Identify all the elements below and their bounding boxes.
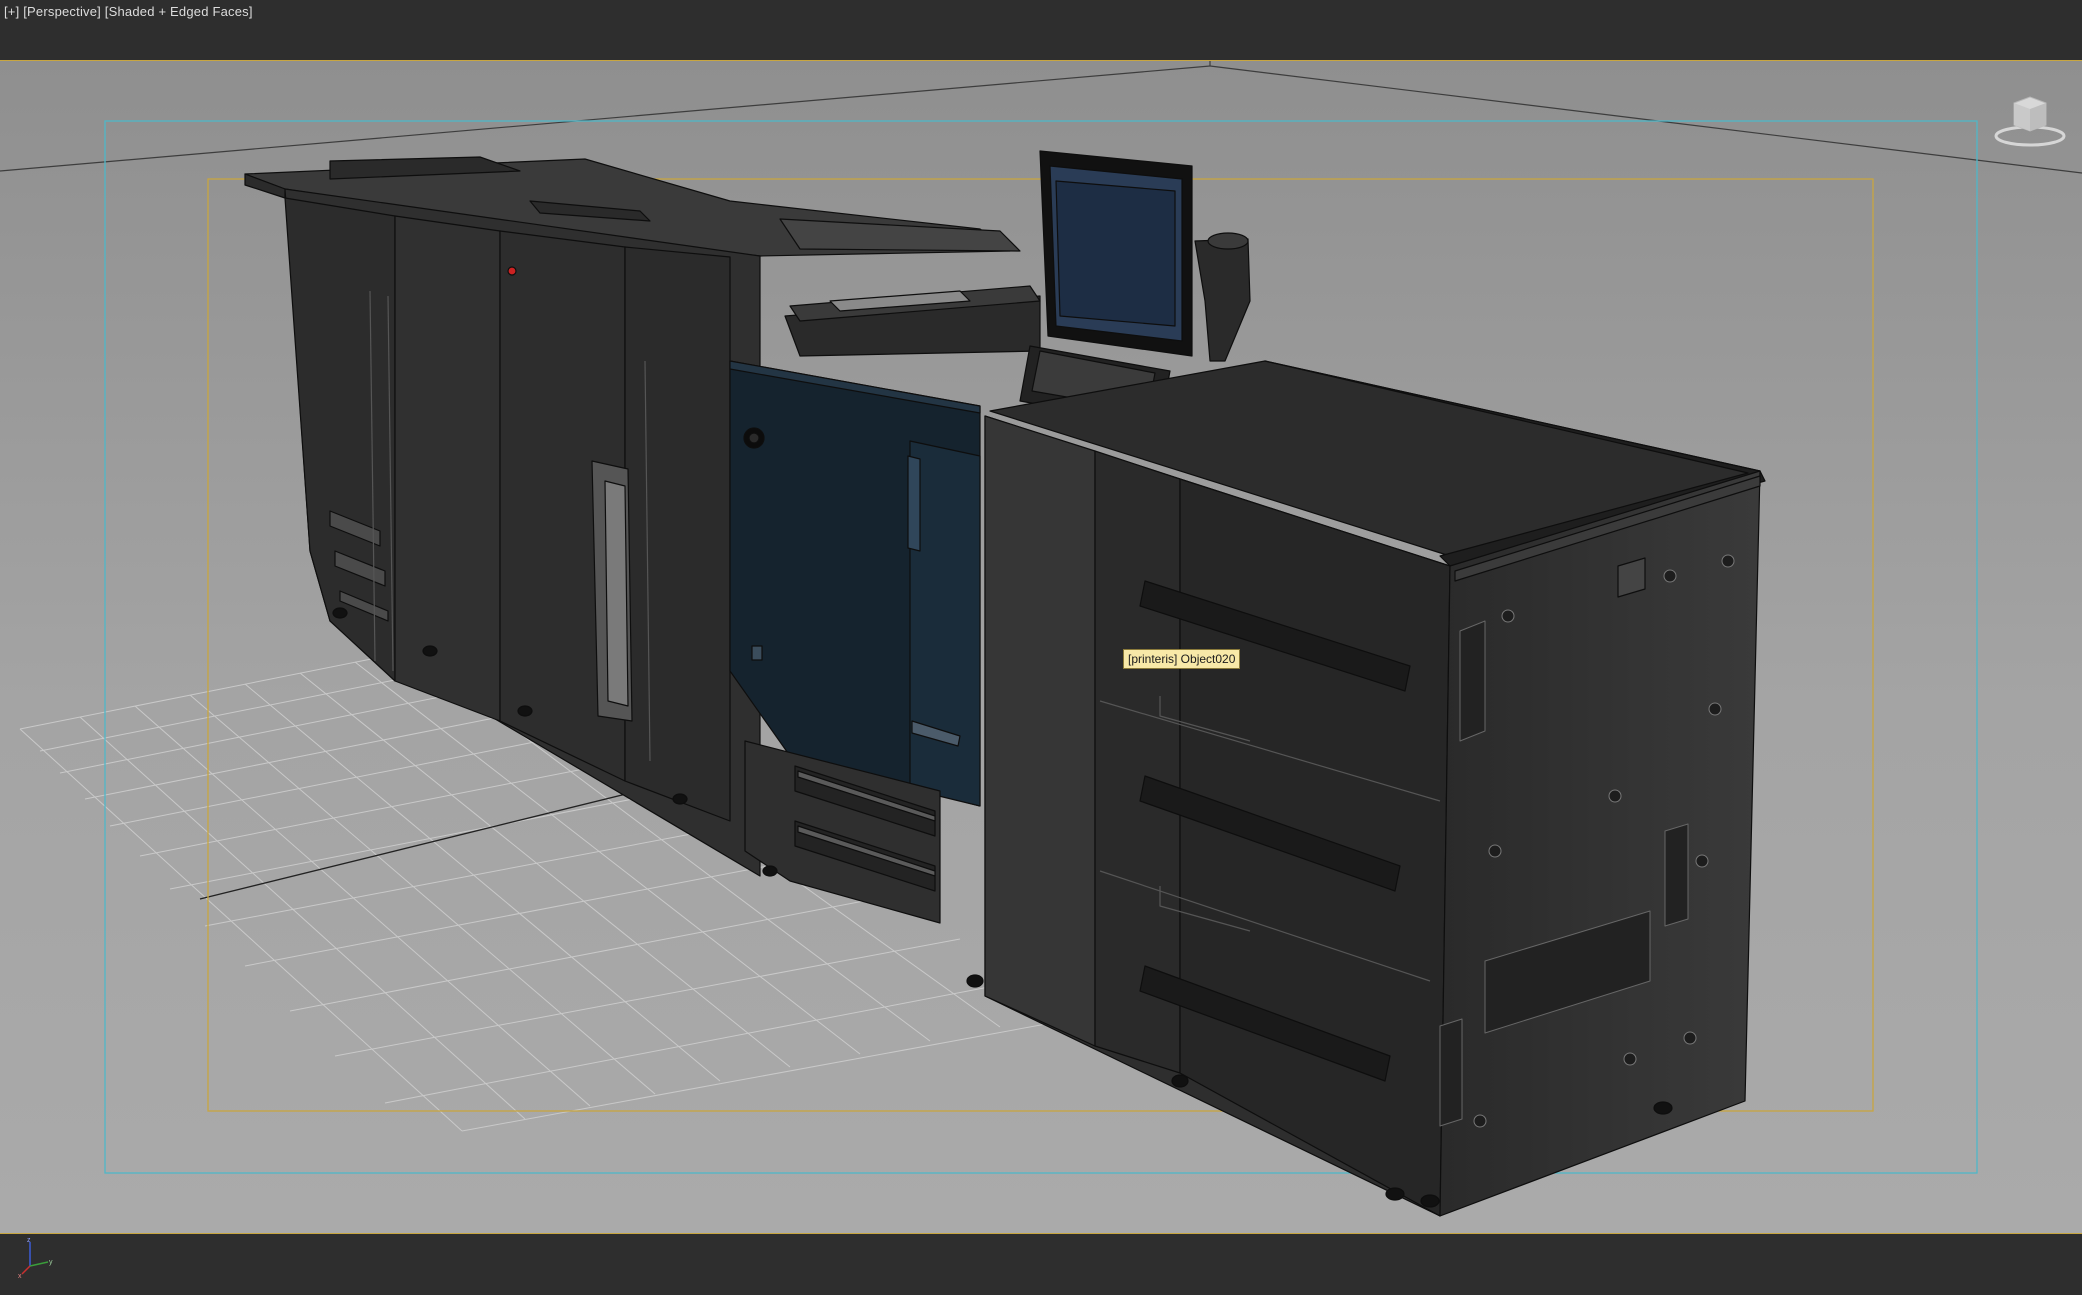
axis-z-label: z bbox=[27, 1237, 31, 1244]
viewport-point-of-view-label[interactable]: [Perspective] bbox=[23, 4, 101, 19]
viewport-label: [+] [Perspective] [Shaded + Edged Faces] bbox=[4, 4, 253, 19]
perspective-viewport[interactable]: [printeris] Object020 bbox=[0, 60, 2082, 1234]
axis-tripod-icon: z y x bbox=[18, 1237, 53, 1278]
object-tooltip: [printeris] Object020 bbox=[1123, 649, 1241, 669]
viewport-header: [+] [Perspective] [Shaded + Edged Faces] bbox=[0, 0, 2082, 60]
viewport-menu-plus[interactable]: [+] bbox=[4, 4, 19, 19]
viewport-footer: z y x bbox=[0, 1234, 2082, 1295]
axis-y-label: y bbox=[49, 1259, 53, 1266]
axis-x-label: x bbox=[18, 1273, 22, 1278]
viewcube-icon[interactable] bbox=[1990, 91, 2070, 151]
viewport-shading-label[interactable]: [Shaded + Edged Faces] bbox=[105, 4, 253, 19]
scene-render[interactable] bbox=[0, 61, 2082, 1234]
